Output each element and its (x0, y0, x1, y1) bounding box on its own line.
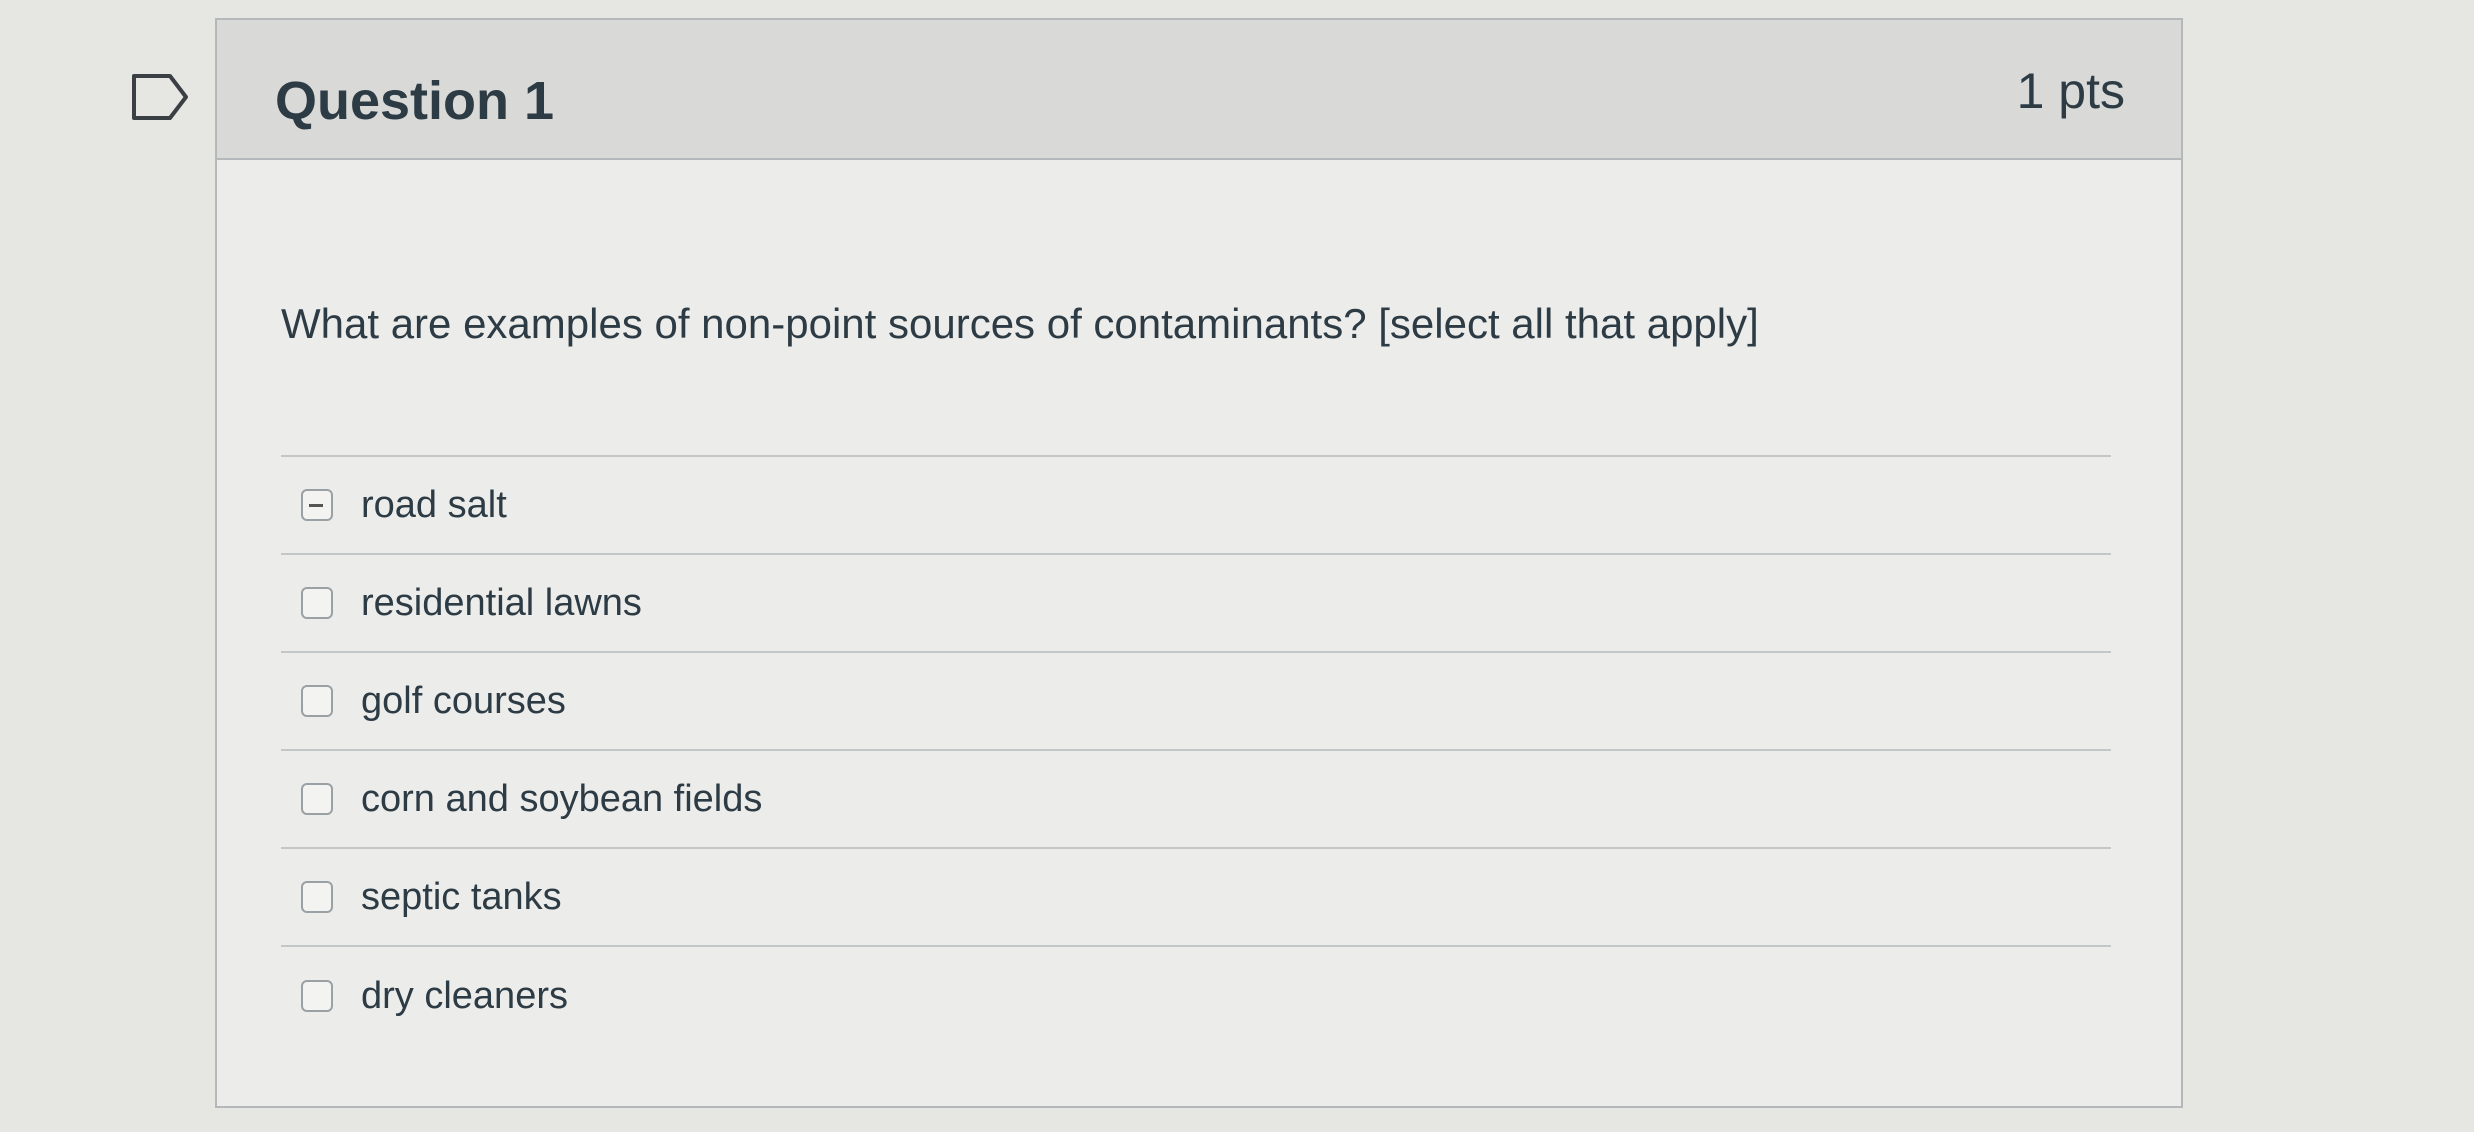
question-points: 1 pts (2016, 63, 2125, 119)
answer-label: residential lawns (361, 581, 642, 624)
answer-option[interactable]: septic tanks (281, 849, 2111, 947)
answer-label: septic tanks (361, 875, 562, 918)
checkbox-icon[interactable] (301, 685, 333, 717)
answer-label: golf courses (361, 679, 566, 722)
checkbox-icon[interactable] (301, 489, 333, 521)
answer-option[interactable]: dry cleaners (281, 947, 2111, 1045)
answer-list: road salt residential lawns golf courses… (281, 455, 2111, 1045)
checkbox-icon[interactable] (301, 783, 333, 815)
checkbox-icon[interactable] (301, 587, 333, 619)
question-text: What are examples of non-point sources o… (281, 300, 1759, 347)
answer-label: dry cleaners (361, 974, 568, 1017)
question-card: Question 1 1 pts What are examples of no… (215, 18, 2183, 1108)
checkbox-icon[interactable] (301, 881, 333, 913)
answer-option[interactable]: road salt (281, 457, 2111, 555)
answer-label: road salt (361, 483, 507, 526)
answer-option[interactable]: corn and soybean fields (281, 751, 2111, 849)
question-title: Question 1 (275, 71, 555, 131)
answer-option[interactable]: golf courses (281, 653, 2111, 751)
checkbox-icon[interactable] (301, 980, 333, 1012)
answer-label: corn and soybean fields (361, 777, 763, 820)
answer-option[interactable]: residential lawns (281, 555, 2111, 653)
flag-question-icon[interactable] (130, 72, 192, 122)
question-header: Question 1 1 pts (217, 20, 2181, 160)
